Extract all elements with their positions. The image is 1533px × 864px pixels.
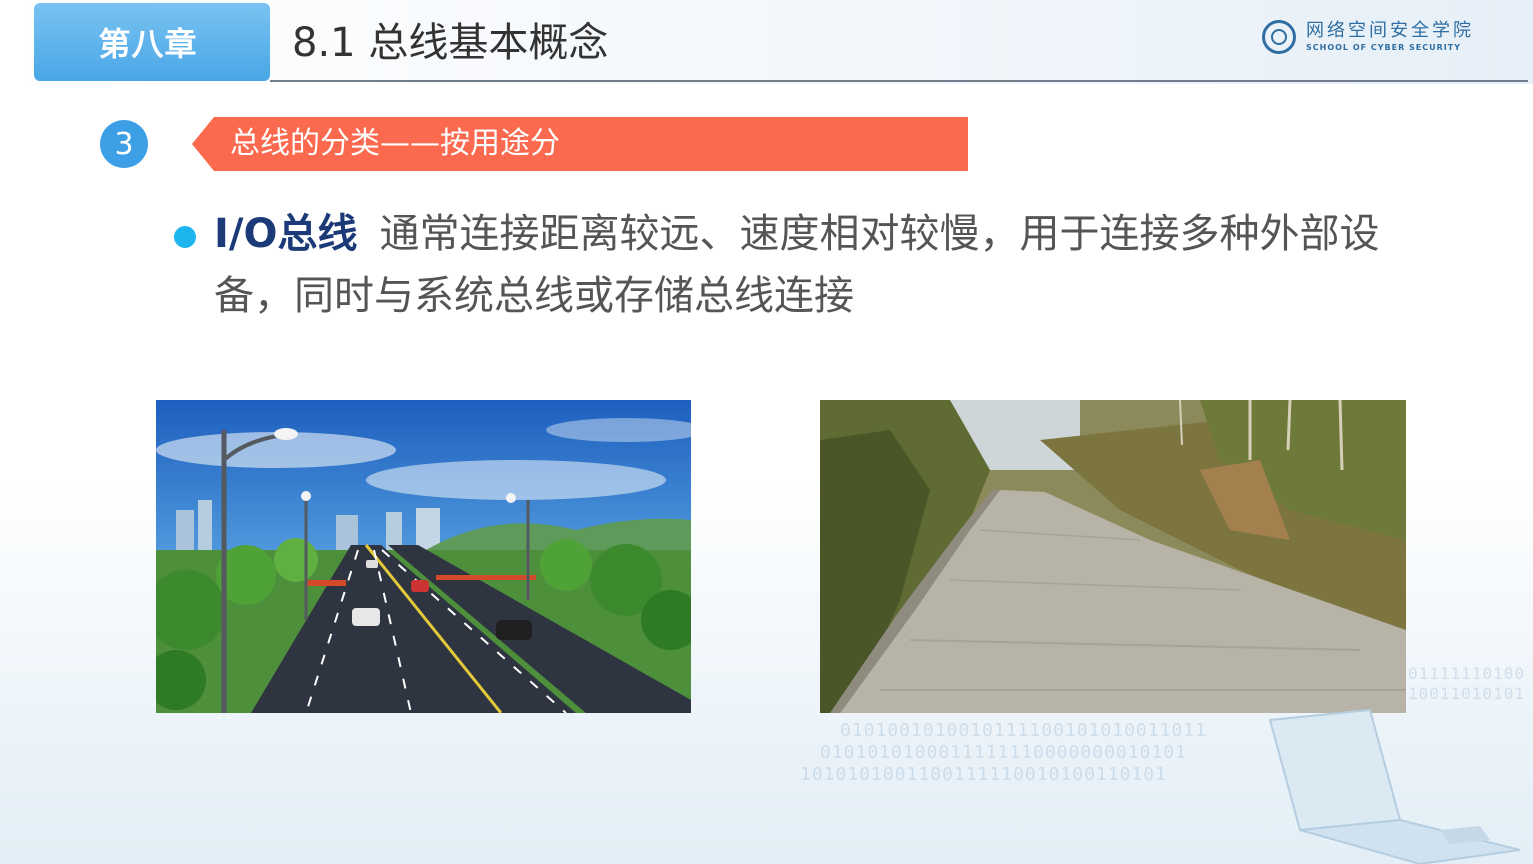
- binary-decoration-line: 0101001010010111100101010011011: [840, 720, 1207, 741]
- highway-illustration: [156, 400, 691, 713]
- binary-decoration-line: 0101010100011111110000000010101: [820, 742, 1187, 763]
- binary-decoration-line: 01111110100: [1408, 664, 1525, 683]
- highway-illustration-graphic: [156, 400, 691, 713]
- section-heading-banner: 总线的分类——按用途分: [192, 117, 968, 171]
- rural-road-photo: [820, 400, 1406, 713]
- section-heading: 总线的分类——按用途分: [230, 126, 560, 161]
- bullet-paragraph: I/O总线 通常连接距离较远、速度相对较慢，用于连接多种外部设备，同时与系统总线或…: [214, 203, 1454, 327]
- laptop-decoration-icon: [1268, 708, 1521, 864]
- bullet-dot-icon: [174, 226, 196, 248]
- school-logo: 网络空间安全学院 SCHOOL OF CYBER SECURITY: [1262, 14, 1492, 60]
- bullet-term: I/O总线: [214, 211, 358, 257]
- logo-chinese-name: 网络空间安全学院: [1306, 20, 1474, 41]
- rural-road-graphic: [820, 400, 1406, 713]
- bullet-description: 通常连接距离较远、速度相对较慢，用于连接多种外部设备，同时与系统总线或存储总线连…: [214, 211, 1380, 319]
- logo-english-name: SCHOOL OF CYBER SECURITY: [1306, 43, 1462, 52]
- section-number-badge: 3: [100, 120, 148, 168]
- logo-text: 网络空间安全学院 SCHOOL OF CYBER SECURITY: [1306, 20, 1474, 54]
- chapter-tab: 第八章: [34, 3, 270, 81]
- header-divider: [270, 80, 1528, 82]
- page-title: 8.1 总线基本概念: [292, 20, 609, 66]
- school-seal-icon: [1262, 20, 1296, 54]
- binary-decoration-line: 1010101001100111110010100110101: [800, 764, 1167, 785]
- slide: 第八章 8.1 总线基本概念 网络空间安全学院 SCHOOL OF CYBER …: [0, 0, 1533, 864]
- chapter-label: 第八章: [98, 25, 198, 63]
